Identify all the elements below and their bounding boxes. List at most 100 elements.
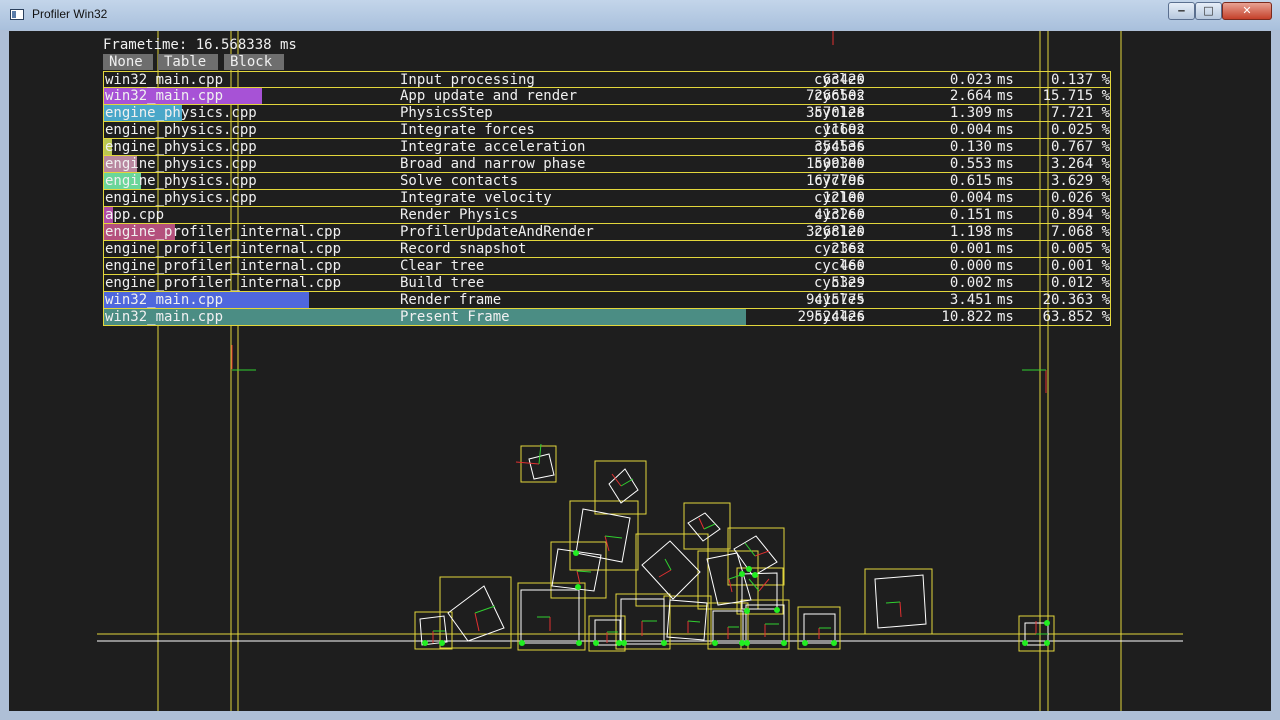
cycle-unit: cycles <box>814 139 865 155</box>
profiler-row[interactable]: engine_physics.cpp Solve contacts 1677796 c… <box>103 173 1111 190</box>
time-percent: 0.005 % <box>1050 241 1110 257</box>
time-unit: ms <box>997 241 1014 257</box>
source-file: engine_physics.cpp <box>105 156 257 172</box>
profiler-row[interactable]: win32_main.cpp Render frame 9415775 cycles 3… <box>103 292 1111 309</box>
time-percent: 20.363 % <box>1042 292 1110 308</box>
block-name: ProfilerUpdateAndRender <box>400 224 594 240</box>
time-ms: 0.002 <box>949 275 992 291</box>
cycle-unit: cycles <box>814 258 865 274</box>
block-name: Input processing <box>400 72 535 88</box>
cycle-unit: cycles <box>814 224 865 240</box>
maximize-button[interactable]: □ <box>1195 2 1222 20</box>
time-unit: ms <box>997 258 1014 274</box>
time-percent: 3.629 % <box>1050 173 1110 189</box>
profiler-row[interactable]: engine_profiler_internal.cpp Clear tree 46… <box>103 258 1111 275</box>
profiler-row[interactable]: win32_main.cpp Present Frame 29524426 cycle… <box>103 309 1111 326</box>
source-file: engine_profiler_internal.cpp <box>105 241 342 257</box>
source-file: engine_physics.cpp <box>105 122 257 138</box>
cycle-unit: cycles <box>814 72 865 88</box>
cycle-unit: cycles <box>814 241 865 257</box>
block-name: Build tree <box>400 275 485 291</box>
profiler-row[interactable]: win32_main.cpp App update and render 72665… <box>103 88 1111 105</box>
time-ms: 0.004 <box>949 122 992 138</box>
block-name: PhysicsStep <box>400 105 493 121</box>
block-name: Present Frame <box>400 309 510 325</box>
block-name: Clear tree <box>400 258 485 274</box>
block-name: Record snapshot <box>400 241 527 257</box>
profiler-row[interactable]: engine_profiler_internal.cpp ProfilerUpda… <box>103 224 1111 241</box>
time-unit: ms <box>997 224 1014 240</box>
time-ms: 0.023 <box>949 72 992 88</box>
time-ms: 0.553 <box>949 156 992 172</box>
cycle-unit: cycles <box>814 207 865 223</box>
window-titlebar[interactable]: Profiler Win32 ‒ □ ✕ <box>0 0 1280 30</box>
cycle-unit: cycles <box>814 105 865 121</box>
time-unit: ms <box>997 156 1014 172</box>
profiler-row[interactable]: win32_main.cpp Input processing 63420 cycle… <box>103 71 1111 88</box>
block-name: Render Physics <box>400 207 519 223</box>
time-percent: 0.767 % <box>1050 139 1110 155</box>
time-unit: ms <box>997 139 1014 155</box>
time-percent: 0.137 % <box>1050 72 1110 88</box>
profiler-table: win32_main.cpp Input processing 63420 cycle… <box>103 71 1111 326</box>
source-file: engine_physics.cpp <box>105 190 257 206</box>
profiler-row[interactable]: engine_physics.cpp Broad and narrow phase… <box>103 156 1111 173</box>
minimize-button[interactable]: ‒ <box>1168 2 1195 20</box>
time-percent: 0.012 % <box>1050 275 1110 291</box>
block-name: App update and render <box>400 88 578 104</box>
profiler-row[interactable]: app.cpp Render Physics 413260 cycles 0.151 ms… <box>103 207 1111 224</box>
time-percent: 15.715 % <box>1042 88 1110 104</box>
time-percent: 0.025 % <box>1050 122 1110 138</box>
time-ms: 1.309 <box>949 105 992 121</box>
source-file: win32_main.cpp <box>105 72 224 88</box>
profiler-row[interactable]: engine_physics.cpp Integrate forces 11692 c… <box>103 122 1111 139</box>
source-file: app.cpp <box>105 207 165 223</box>
cycle-unit: cycles <box>814 156 865 172</box>
mode-block-button[interactable]: Block <box>224 54 284 70</box>
time-ms: 0.001 <box>949 241 992 257</box>
time-percent: 63.852 % <box>1042 309 1110 325</box>
cycle-unit: cycles <box>814 292 865 308</box>
time-unit: ms <box>997 173 1014 189</box>
block-name: Render frame <box>400 292 502 308</box>
time-percent: 0.001 % <box>1050 258 1110 274</box>
source-file: engine_profiler_internal.cpp <box>105 275 342 291</box>
time-ms: 0.130 <box>949 139 992 155</box>
source-file: win32_main.cpp <box>105 88 224 104</box>
profiler-row[interactable]: engine_profiler_internal.cpp Build tree 53… <box>103 275 1111 292</box>
time-ms: 0.151 <box>949 207 992 223</box>
mode-table-button[interactable]: Table <box>158 54 218 70</box>
source-file: engine_profiler_internal.cpp <box>105 258 342 274</box>
time-unit: ms <box>997 309 1014 325</box>
time-ms: 0.615 <box>949 173 992 189</box>
cycle-unit: cycles <box>814 190 865 206</box>
block-name: Integrate forces <box>400 122 535 138</box>
profiler-row[interactable]: engine_physics.cpp Integrate acceleration… <box>103 139 1111 156</box>
frametime-readout: Frametime: 16.568338 ms <box>103 37 297 53</box>
time-unit: ms <box>997 122 1014 138</box>
time-unit: ms <box>997 105 1014 121</box>
time-unit: ms <box>997 292 1014 308</box>
time-ms: 1.198 <box>949 224 992 240</box>
mode-none-button[interactable]: None <box>103 54 153 70</box>
source-file: engine_profiler_internal.cpp <box>105 224 342 240</box>
time-unit: ms <box>997 207 1014 223</box>
time-percent: 0.894 % <box>1050 207 1110 223</box>
time-unit: ms <box>997 275 1014 291</box>
cycle-unit: cycles <box>814 122 865 138</box>
time-ms: 10.822 <box>941 309 992 325</box>
render-viewport[interactable]: Frametime: 16.568338 ms None Table Block… <box>9 31 1271 711</box>
time-unit: ms <box>997 88 1014 104</box>
profiler-row[interactable]: engine_profiler_internal.cpp Record snaps… <box>103 241 1111 258</box>
close-button[interactable]: ✕ <box>1222 2 1272 20</box>
profiler-row[interactable]: engine_physics.cpp Integrate velocity 1210… <box>103 190 1111 207</box>
time-percent: 7.721 % <box>1050 105 1110 121</box>
profiler-row[interactable]: engine_physics.cpp PhysicsStep 3570128 cycl… <box>103 105 1111 122</box>
time-percent: 7.068 % <box>1050 224 1110 240</box>
window-title: Profiler Win32 <box>32 7 108 21</box>
time-ms: 3.451 <box>949 292 992 308</box>
time-ms: 2.664 <box>949 88 992 104</box>
time-percent: 3.264 % <box>1050 156 1110 172</box>
cycle-unit: cycles <box>814 275 865 291</box>
block-name: Integrate acceleration <box>400 139 586 155</box>
